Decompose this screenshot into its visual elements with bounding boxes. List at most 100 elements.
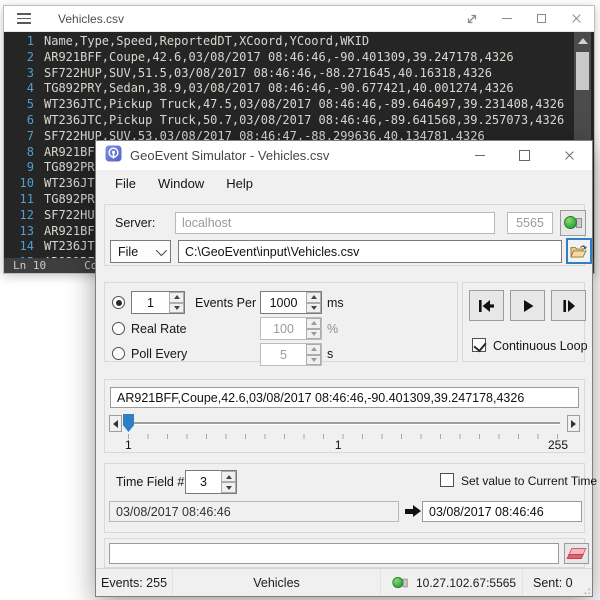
line-number: 5 <box>4 97 34 113</box>
current-event-field[interactable]: AR921BFF,Coupe,42.6,03/08/2017 08:46:46,… <box>110 387 579 408</box>
editor-window-title: Vehicles.csv <box>58 12 124 26</box>
line-number: 7 <box>4 129 34 145</box>
event-slider-track[interactable] <box>127 422 560 425</box>
events-ms-value: 1000 <box>261 292 306 313</box>
slider-left-button[interactable] <box>109 415 122 432</box>
play-button[interactable] <box>510 290 545 321</box>
spin-up-icon[interactable] <box>306 292 321 303</box>
skip-to-start-button[interactable] <box>469 290 504 321</box>
line-number: 6 <box>4 113 34 129</box>
real-rate-value: 100 <box>261 318 306 339</box>
expand-window-icon[interactable] <box>454 6 489 31</box>
line-number: 10 <box>4 176 34 192</box>
menu-bar: File Window Help <box>96 170 592 197</box>
line-number: 13 <box>4 224 34 240</box>
line-text: WT236JTC,Pickup Truck,47.5,03/08/2017 08… <box>34 97 564 113</box>
poll-unit-label: s <box>327 347 333 361</box>
events-per-radio[interactable] <box>112 296 125 309</box>
rate-group: 1 Events Per 1000 ms Real Rate 100 % Pol… <box>104 282 458 362</box>
events-unit-label: ms <box>327 296 344 310</box>
line-number: 2 <box>4 50 34 66</box>
file-path-field[interactable]: C:\GeoEvent\input\Vehicles.csv <box>178 240 562 263</box>
line-text: SF722HUP,SUV,51.5,03/08/2017 08:46:46,-8… <box>34 66 492 82</box>
spin-down-icon[interactable] <box>221 482 236 493</box>
spin-down-icon[interactable] <box>306 303 321 314</box>
line-text: WT236JT <box>34 239 95 255</box>
geoevent-app-icon <box>105 145 122 167</box>
line-indicator: Ln 10 <box>13 259 46 272</box>
set-current-time-checkbox[interactable] <box>440 473 454 487</box>
scroll-up-icon[interactable] <box>578 38 588 44</box>
output-time-field[interactable]: 03/08/2017 08:46:46 <box>422 501 582 522</box>
arrow-left-icon <box>113 420 118 428</box>
minimize-button[interactable] <box>457 141 502 170</box>
time-field-group: Time Field # 3 Set value to Current Time… <box>104 463 585 533</box>
browse-file-button[interactable] <box>566 238 592 264</box>
spin-up-icon[interactable] <box>221 471 236 482</box>
line-text: TG892PRY,Sedan,38.9,03/08/2017 08:46:46,… <box>34 81 514 97</box>
resize-grip[interactable] <box>580 584 590 594</box>
minimize-button[interactable] <box>489 6 524 31</box>
close-button[interactable] <box>547 141 592 170</box>
event-slider-thumb[interactable] <box>123 414 134 432</box>
spin-down-icon <box>306 355 321 366</box>
step-forward-button[interactable] <box>551 290 586 321</box>
clear-button[interactable] <box>564 543 589 564</box>
poll-value: 5 <box>261 344 306 365</box>
geoevent-simulator-window: GeoEvent Simulator - Vehicles.csv File W… <box>95 140 593 597</box>
simulation-name-status: Vehicles <box>253 576 300 590</box>
source-type-select[interactable]: File <box>110 240 171 263</box>
events-ms-spinner[interactable]: 1000 <box>260 291 322 314</box>
close-button[interactable] <box>559 6 594 31</box>
server-port-field[interactable]: 5565 <box>507 212 553 234</box>
real-rate-spinner: 100 <box>260 317 322 340</box>
arrow-right-icon <box>571 420 576 428</box>
slider-min-label: 1 <box>125 438 132 452</box>
eraser-icon <box>567 548 587 559</box>
hamburger-menu-icon[interactable] <box>17 13 31 24</box>
maximize-button[interactable] <box>524 6 559 31</box>
chevron-down-icon <box>156 244 167 255</box>
line-text: AR921BF <box>34 145 95 161</box>
play-icon <box>521 299 535 313</box>
maximize-button[interactable] <box>502 141 547 170</box>
events-count-status: Events: 255 <box>101 576 167 590</box>
slider-labels: 1 1 255 <box>105 438 584 452</box>
event-preview-group: AR921BFF,Coupe,42.6,03/08/2017 08:46:46,… <box>104 379 585 453</box>
slider-right-button[interactable] <box>567 415 580 432</box>
time-field-spinner[interactable]: 3 <box>185 470 237 494</box>
status-connection-icon <box>392 577 407 589</box>
message-log-field[interactable] <box>109 543 559 564</box>
line-number: 8 <box>4 145 34 161</box>
menu-window[interactable]: Window <box>147 172 215 195</box>
menu-file[interactable]: File <box>104 172 147 195</box>
step-forward-icon <box>561 299 576 313</box>
line-number: 4 <box>4 81 34 97</box>
progress-group <box>104 538 585 568</box>
spin-up-icon[interactable] <box>169 292 184 303</box>
real-rate-radio[interactable] <box>112 322 125 335</box>
spin-down-icon[interactable] <box>169 303 184 314</box>
real-rate-unit-label: % <box>327 322 338 336</box>
events-count-spinner[interactable]: 1 <box>131 291 185 314</box>
menu-help[interactable]: Help <box>215 172 264 195</box>
continuous-loop-checkbox[interactable] <box>472 338 486 352</box>
csv-line: 6WT236JTC,Pickup Truck,50.7,03/08/2017 0… <box>4 113 594 129</box>
maps-to-arrow-icon <box>405 505 421 517</box>
line-number: 12 <box>4 208 34 224</box>
events-count-value: 1 <box>132 292 169 313</box>
simulator-window-title: GeoEvent Simulator - Vehicles.csv <box>130 148 329 163</box>
server-host-field[interactable]: localhost <box>175 212 495 234</box>
poll-every-radio[interactable] <box>112 347 125 360</box>
line-text: TG892PR <box>34 160 95 176</box>
csv-line: 5WT236JTC,Pickup Truck,47.5,03/08/2017 0… <box>4 97 594 113</box>
open-folder-icon <box>570 244 588 259</box>
line-text: Name,Type,Speed,ReportedDT,XCoord,YCoord… <box>34 34 369 50</box>
simulator-titlebar: GeoEvent Simulator - Vehicles.csv <box>96 141 592 170</box>
scrollbar-thumb[interactable] <box>576 52 589 90</box>
connection-status-icon <box>564 216 582 230</box>
line-text: AR921BF <box>34 224 95 240</box>
line-number: 9 <box>4 160 34 176</box>
connect-button[interactable] <box>560 210 586 236</box>
line-number: 11 <box>4 192 34 208</box>
